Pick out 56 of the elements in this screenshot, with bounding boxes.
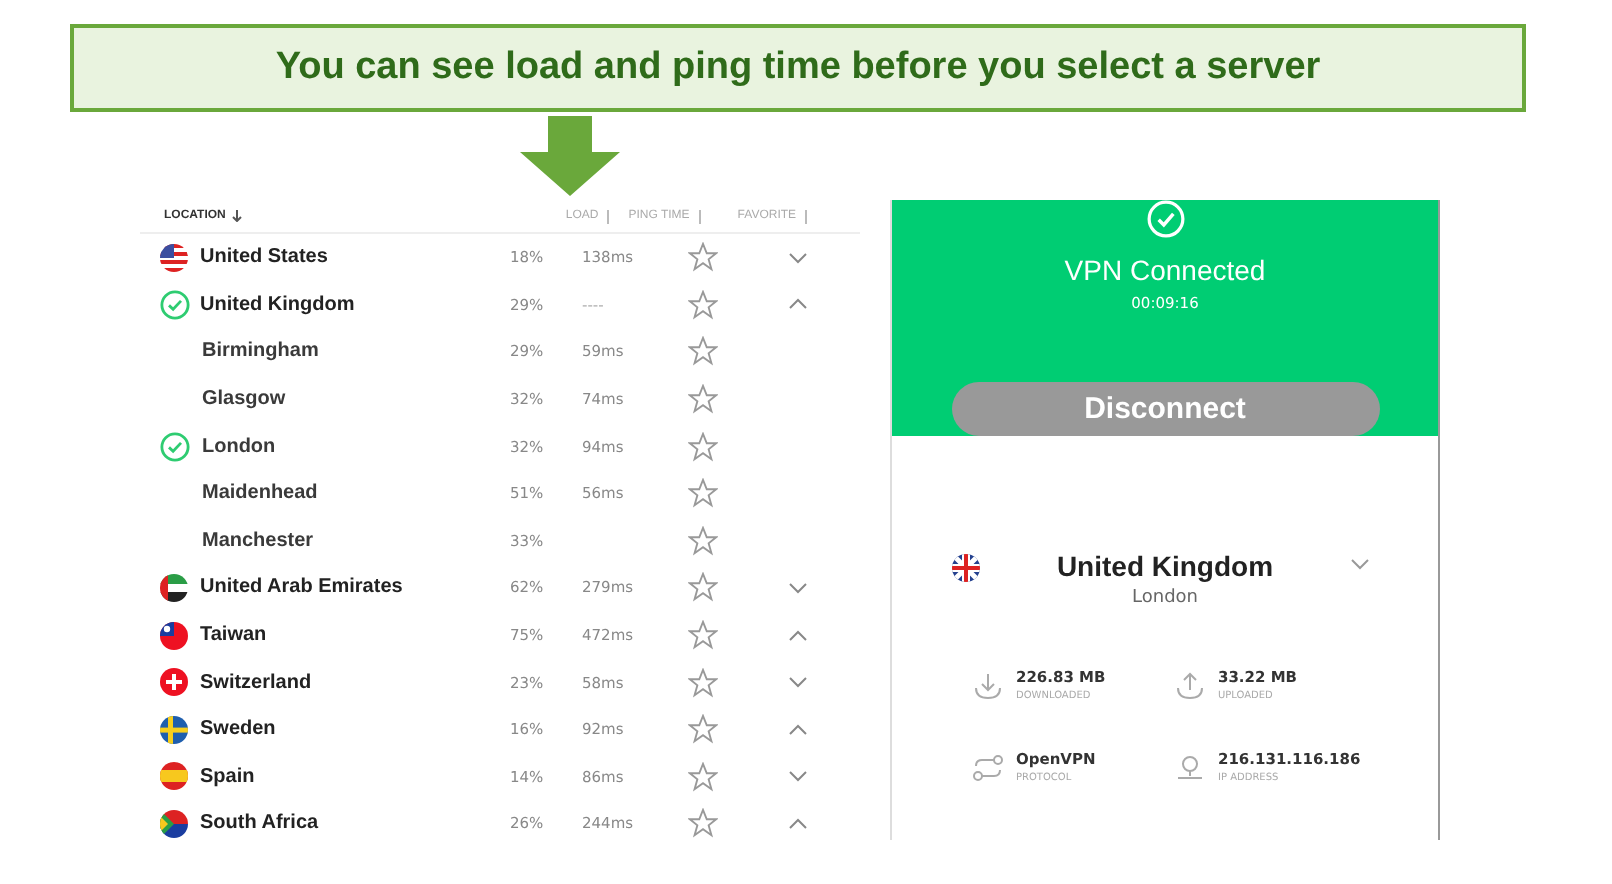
location-name[interactable]: Taiwan (200, 624, 510, 647)
server-country: United Kingdom (1056, 550, 1274, 582)
location-name[interactable]: Maidenhead (200, 482, 510, 505)
location-name[interactable]: Glasgow (200, 388, 510, 411)
star-icon[interactable] (688, 714, 718, 745)
chevron-up-icon[interactable] (788, 723, 808, 736)
star-icon[interactable] (688, 667, 718, 698)
location-name[interactable]: Spain (200, 765, 510, 788)
status-title: VPN Connected (1064, 254, 1266, 287)
location-name[interactable]: United States (200, 246, 510, 269)
location-name[interactable]: Sweden (200, 718, 510, 741)
down-arrow-icon (520, 116, 620, 196)
location-name[interactable]: United Kingdom (200, 293, 510, 316)
flag-icon (160, 715, 188, 744)
star-icon[interactable] (688, 289, 718, 320)
flag-icon (160, 668, 188, 697)
upload-icon (1174, 669, 1206, 701)
star-icon[interactable] (688, 572, 718, 603)
chevron-up-icon[interactable] (788, 629, 808, 642)
flag-icon (160, 621, 188, 650)
sort-icon (695, 209, 704, 223)
chevron-down-icon[interactable] (788, 581, 808, 594)
chevron-up-icon[interactable] (788, 298, 808, 311)
flag-icon (160, 809, 188, 838)
star-icon[interactable] (688, 336, 718, 367)
server-city: London (1132, 588, 1198, 608)
chevron-down-icon[interactable] (788, 676, 808, 689)
location-name[interactable]: Birmingham (200, 340, 510, 363)
location-pin-icon (1174, 751, 1206, 783)
location-name[interactable]: South Africa (200, 812, 510, 835)
chevron-down-icon[interactable] (1350, 558, 1370, 570)
star-icon[interactable] (688, 808, 718, 839)
flag-icon (160, 573, 188, 602)
flag-icon (160, 243, 188, 272)
star-icon[interactable] (688, 620, 718, 651)
sort-icon (802, 209, 811, 223)
chevron-down-icon[interactable] (788, 770, 808, 783)
star-icon[interactable] (688, 761, 718, 792)
sort-icon (231, 210, 242, 222)
flag-icon (952, 554, 980, 582)
star-icon[interactable] (688, 525, 718, 556)
flag-icon (160, 762, 188, 791)
sort-icon (604, 209, 613, 223)
star-icon[interactable] (688, 242, 718, 273)
location-name[interactable]: Manchester (200, 529, 510, 552)
location-name[interactable]: London (200, 435, 510, 458)
route-icon (972, 751, 1004, 783)
star-icon[interactable] (688, 384, 718, 415)
chevron-down-icon[interactable] (788, 251, 808, 264)
chevron-up-icon[interactable] (788, 817, 808, 830)
download-icon (972, 669, 1004, 701)
location-name[interactable]: United Arab Emirates (200, 576, 510, 599)
star-icon[interactable] (688, 478, 718, 509)
star-icon[interactable] (688, 431, 718, 462)
location-name[interactable]: Switzerland (200, 671, 510, 694)
caption-banner: You can see load and ping time before you select a server (70, 24, 1526, 112)
